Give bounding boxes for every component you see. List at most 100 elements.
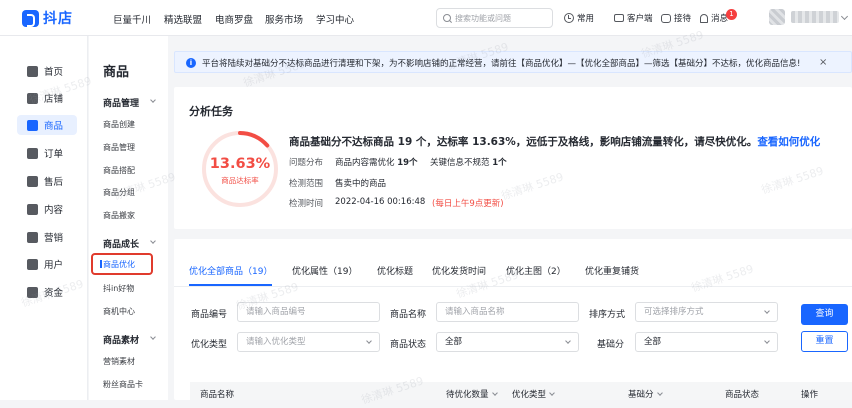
sort-select[interactable]: 可选择排序方式 xyxy=(635,302,778,322)
sidebar-item-label: 售后 xyxy=(44,177,64,188)
status-select[interactable]: 全部 xyxy=(436,332,579,352)
subnav-item-move[interactable]: 商品搬家 xyxy=(103,210,135,221)
column-header-pending-count[interactable]: 待优化数量 xyxy=(446,388,498,400)
tab-optimize-delivery-time[interactable]: 优化发货时间 xyxy=(432,264,486,277)
sidebar-item-label: 店铺 xyxy=(44,94,64,105)
logo[interactable]: 抖店 xyxy=(22,8,73,28)
sidebar-item-home[interactable]: 首页 xyxy=(17,61,77,81)
scope-label: 检测范围 xyxy=(289,179,324,189)
subnav-item-bundle[interactable]: 商品搭配 xyxy=(103,165,135,176)
sidebar-item-after-sale[interactable]: 售后 xyxy=(17,171,77,191)
search-box[interactable] xyxy=(436,8,553,28)
gauge-value: 13.63% xyxy=(209,156,271,172)
subnav-item-fan-card[interactable]: 粉丝商品卡 xyxy=(103,379,143,390)
column-header-actions: 操作 xyxy=(801,390,819,400)
chevron-down-icon xyxy=(656,390,663,396)
product-icon xyxy=(27,119,38,131)
funds-icon xyxy=(27,286,38,298)
common-button[interactable]: 常用 xyxy=(564,12,594,24)
chevron-down-icon xyxy=(565,338,571,344)
sidebar-item-order[interactable]: 订单 xyxy=(17,143,77,163)
sidebar-item-funds[interactable]: 资金 xyxy=(17,282,77,302)
subnav-item-marketing-material[interactable]: 营销素材 xyxy=(103,356,135,367)
column-header-opt-type[interactable]: 优化类型 xyxy=(512,388,555,400)
sidebar-item-marketing[interactable]: 营销 xyxy=(17,227,77,247)
column-header-name: 商品名称 xyxy=(200,390,235,400)
sort-label: 排序方式 xyxy=(589,310,626,320)
chat-icon xyxy=(661,13,671,23)
sidebar-item-product[interactable]: 商品 xyxy=(17,115,77,135)
tab-optimize-all[interactable]: 优化全部商品（19） xyxy=(189,264,272,277)
score-select[interactable]: 全部 xyxy=(635,332,778,352)
subnav-item-create[interactable]: 商品创建 xyxy=(103,119,135,130)
nav-link-alliance[interactable]: 精选联盟 xyxy=(164,12,202,26)
search-input[interactable] xyxy=(455,12,549,24)
subnav-item-group[interactable]: 商品分组 xyxy=(103,187,135,198)
bell-icon xyxy=(700,13,708,23)
query-button[interactable]: 查询 xyxy=(801,304,848,325)
sidebar-item-content[interactable]: 内容 xyxy=(17,199,77,219)
client-button[interactable]: 客户端 xyxy=(614,12,653,24)
problem-label: 问题分布 xyxy=(289,158,324,168)
analysis-card: 分析任务 13.63% 商品达标率 商品基础分不达标商品 19 个，达标率 13… xyxy=(174,87,852,229)
chevron-down-icon xyxy=(764,308,770,314)
sidebar-item-store[interactable]: 店铺 xyxy=(17,88,77,108)
store-icon xyxy=(27,92,38,104)
user-icon xyxy=(27,258,38,270)
search-icon xyxy=(443,14,451,22)
subnav-group-product-material[interactable]: 商品素材 xyxy=(103,333,156,346)
column-header-label: 优化类型 xyxy=(512,390,547,400)
table-header: 商品名称 待优化数量 优化类型 基础分 商品状态 操作 xyxy=(190,382,852,400)
chevron-down-icon xyxy=(764,338,770,344)
tab-optimize-duplicate[interactable]: 优化重复铺货 xyxy=(585,264,639,277)
avatar[interactable] xyxy=(769,9,785,25)
subnav-group-label: 商品素材 xyxy=(103,336,140,346)
subnav-item-opportunity[interactable]: 商机中心 xyxy=(103,306,135,317)
subnav-group-product-growth[interactable]: 商品成长 xyxy=(103,237,156,250)
subnav-item-douin-goods[interactable]: 抖in好物 xyxy=(103,283,134,294)
subnav-group-product-management[interactable]: 商品管理 xyxy=(103,96,156,109)
score-label: 基础分 xyxy=(597,340,625,350)
problem-item-content: 商品内容需优化 19个 xyxy=(335,156,418,168)
problem-item-count: 1个 xyxy=(492,158,507,168)
notice-text: 平台将陆续对基础分不达标商品进行清理和下架，为不影响店铺的正常经营，请前往【商品… xyxy=(202,59,801,69)
tab-optimize-attributes[interactable]: 优化属性（19） xyxy=(292,264,357,277)
chevron-down-icon xyxy=(549,390,555,396)
subnav-item-manage[interactable]: 商品管理 xyxy=(103,142,135,153)
reset-button[interactable]: 重置 xyxy=(801,331,848,352)
chevron-down-icon xyxy=(491,390,498,396)
column-header-status: 商品状态 xyxy=(725,390,760,400)
opt-type-label: 优化类型 xyxy=(191,340,228,350)
tab-optimize-main-image[interactable]: 优化主图（2） xyxy=(506,264,566,277)
nav-link-qianchuan[interactable]: 巨量千川 xyxy=(113,12,151,26)
subnav-group-label: 商品管理 xyxy=(103,99,140,109)
subnav-item-optimize[interactable]: 商品优化 xyxy=(91,253,153,275)
problem-item-text: 关键信息不规范 xyxy=(430,158,490,168)
opt-type-select-value: 请输入优化类型 xyxy=(246,337,306,347)
marketing-icon xyxy=(27,231,38,243)
chevron-down-icon xyxy=(150,334,156,340)
top-bar: 抖店 巨量千川 精选联盟 电商罗盘 服务市场 学习中心 常用 客户端 接待 消息… xyxy=(0,0,852,36)
close-icon[interactable]: × xyxy=(819,57,827,68)
sidebar-item-user[interactable]: 用户 xyxy=(17,254,77,274)
nav-link-service-market[interactable]: 服务市场 xyxy=(265,12,303,26)
sidebar-item-label: 资金 xyxy=(44,288,64,299)
chevron-down-icon[interactable] xyxy=(840,12,849,21)
client-label: 客户端 xyxy=(627,14,653,24)
nav-link-compass[interactable]: 电商罗盘 xyxy=(215,12,253,26)
username-blurred[interactable] xyxy=(791,11,839,23)
product-id-input[interactable]: 请输入商品编号 xyxy=(237,302,380,322)
opt-type-select[interactable]: 请输入优化类型 xyxy=(237,332,380,352)
column-header-base-score[interactable]: 基础分 xyxy=(628,388,663,400)
tab-optimize-title[interactable]: 优化标题 xyxy=(377,264,413,277)
reception-label: 接待 xyxy=(674,14,692,24)
product-name-input[interactable]: 请输入商品名称 xyxy=(436,302,579,322)
nav-link-learning-center[interactable]: 学习中心 xyxy=(316,12,354,26)
status-label: 商品状态 xyxy=(390,340,427,350)
clock-icon xyxy=(564,13,574,23)
chevron-down-icon xyxy=(366,338,372,344)
messages-button[interactable]: 消息 xyxy=(700,12,728,24)
logo-text: 抖店 xyxy=(43,11,73,27)
reception-button[interactable]: 接待 xyxy=(661,12,691,24)
how-to-optimize-link[interactable]: 查看如何优化 xyxy=(757,136,820,148)
